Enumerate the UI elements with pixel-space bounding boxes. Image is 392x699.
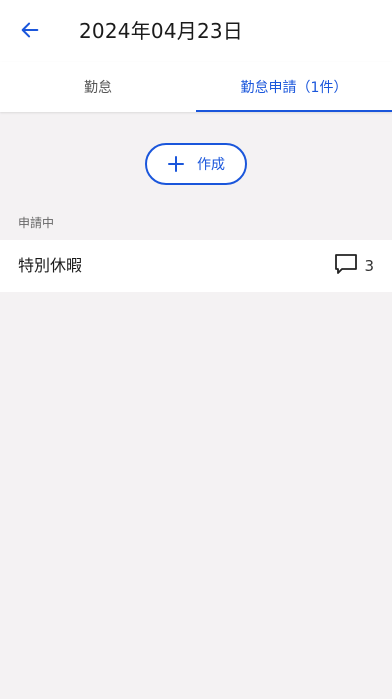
tab-attendance[interactable]: 勤怠 [0, 62, 196, 112]
create-button-label: 作成 [197, 157, 225, 173]
section-header-pending: 申請中 [18, 216, 55, 230]
plus-icon [167, 155, 185, 173]
page-title: 2024年04月23日 [79, 19, 243, 43]
comment-count: 3 [364, 257, 374, 275]
request-list-item[interactable]: 特別休暇 3 [0, 240, 392, 292]
request-title: 特別休暇 [18, 256, 83, 275]
tab-selected-indicator [196, 110, 392, 112]
tab-bar: 勤怠 勤怠申請（1件） [0, 62, 392, 112]
app-screen: 2024年04月23日 勤怠 勤怠申請（1件） 作成 申請中 特別休暇 3 [0, 0, 392, 699]
create-button[interactable]: 作成 [145, 143, 247, 185]
arrow-left-icon [19, 19, 41, 45]
tab-attendance-requests[interactable]: 勤怠申請（1件） [196, 62, 392, 112]
app-bar: 2024年04月23日 [0, 0, 392, 62]
comment-indicator: 3 [334, 253, 374, 279]
comment-icon [334, 253, 358, 279]
back-button[interactable] [12, 14, 48, 50]
